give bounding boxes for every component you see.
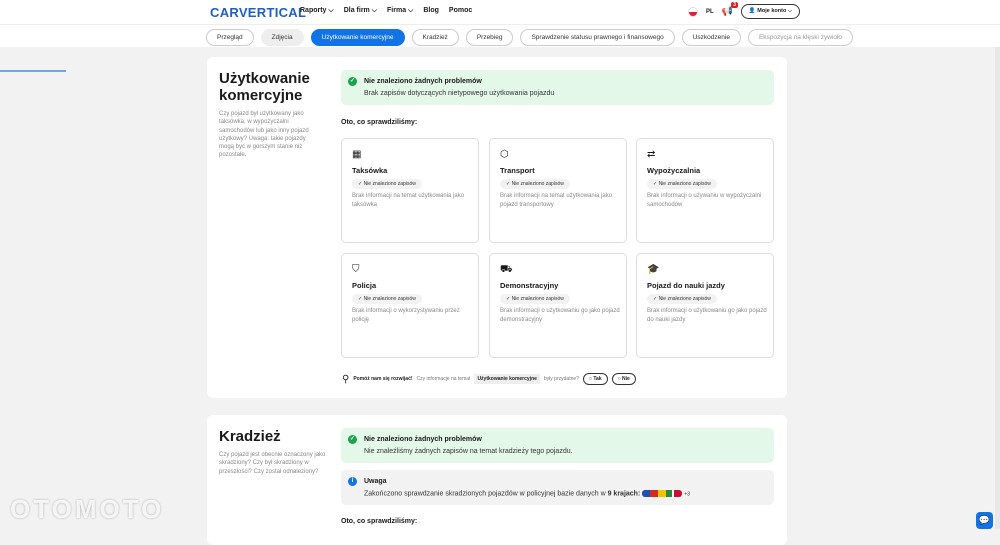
- notification-badge: 3: [731, 2, 738, 8]
- feedback-icon: ⚲: [342, 373, 350, 385]
- alert-text: Brak zapisów dotyczących nietypowego uży…: [364, 90, 555, 97]
- country-flags-icon: [642, 490, 683, 497]
- card-title: Policja: [352, 281, 377, 290]
- card-icon: ⛉: [352, 264, 360, 275]
- section-tabs: Przegląd Zdjęcia Użytkowanie komercyjne …: [0, 24, 1000, 72]
- more-countries[interactable]: +3: [684, 491, 690, 497]
- note-countries: 9 krajach:: [607, 490, 641, 498]
- card-title: Wypożyczalnia: [647, 166, 701, 175]
- feedback-bar: ⚲ Pomóż nam się rozwijać! Czy informacje…: [342, 373, 636, 385]
- card-status: ✓ Nie znaleziono zapisów: [647, 294, 717, 304]
- section-title: Użytkowanie komercyjne: [219, 70, 310, 104]
- check-card: ⇄ Wypożyczalnia ✓ Nie znaleziono zapisów…: [636, 138, 774, 243]
- card-title: Pojazd do nauki jazdy: [647, 281, 725, 290]
- carvertical-logo[interactable]: CARVERTICAL: [210, 5, 306, 20]
- checked-heading: Oto, co sprawdziliśmy:: [341, 518, 418, 525]
- header-right: PL 📢 3 👤 Moje konto ⌵: [688, 2, 801, 19]
- scrollbar[interactable]: [995, 47, 1000, 529]
- chat-button[interactable]: 💬: [976, 512, 993, 529]
- card-icon: ▦: [352, 149, 362, 160]
- nav-raporty[interactable]: Raporty ⌵: [300, 7, 334, 15]
- otomoto-watermark: OTOMOTO: [10, 494, 165, 524]
- check-card: ⛉ Policja ✓ Nie znaleziono zapisów Brak …: [341, 253, 479, 358]
- account-label: Moje konto ⌵: [757, 8, 793, 14]
- theft-section: Kradzież Czy pojazd jest obecnie oznaczo…: [207, 415, 787, 545]
- feedback-question: Czy informacje na temat: [416, 376, 471, 382]
- note-text-row: Zakończono sprawdzanie skradzionych poja…: [364, 490, 690, 497]
- no-label: Nie: [622, 376, 630, 382]
- section-description: Czy pojazd jest obecnie oznaczony jako s…: [219, 452, 326, 475]
- poland-flag-icon[interactable]: [688, 6, 698, 17]
- check-circle-icon: ✓: [348, 435, 357, 444]
- yes-label: Tak: [593, 376, 602, 382]
- scroll-progress-bar: [0, 70, 66, 72]
- card-description: Brak informacji o użytkowaniu go jako po…: [500, 308, 620, 323]
- card-description: Brak informacji na temat użytkowania jak…: [352, 193, 465, 208]
- feedback-topic: Użytkowanie komercyjne: [474, 374, 540, 384]
- tab-kradziez[interactable]: Kradzież: [411, 29, 459, 46]
- feedback-no-button[interactable]: ○ Nie: [611, 373, 636, 385]
- card-description: Brak informacji o użytkowaniu go jako po…: [647, 308, 767, 323]
- check-circle-icon: ✓: [348, 77, 357, 86]
- language-label[interactable]: PL: [706, 9, 714, 15]
- tab-uzytkowanie-komercyjne[interactable]: Użytkowanie komercyjne: [310, 29, 405, 46]
- card-description: Brak informacji o używaniu w wypożyczaln…: [647, 193, 762, 208]
- card-status: ✓ Nie znaleziono zapisów: [352, 179, 422, 189]
- commercial-use-section: Użytkowanie komercyjne Czy pojazd był uż…: [207, 57, 787, 398]
- feedback-question-end: były przydatne?: [543, 376, 579, 382]
- check-card: ▦ Taksówka ✓ Nie znaleziono zapisów Brak…: [341, 138, 479, 243]
- tab-uszkodzenie[interactable]: Uszkodzenie: [681, 29, 741, 46]
- alert-text: Nie znaleźliśmy żadnych zapisów na temat…: [364, 448, 573, 455]
- card-status: ✓ Nie znaleziono zapisów: [647, 179, 717, 189]
- tab-kleski[interactable]: Ekspozycja na klęski żywioło: [747, 29, 854, 46]
- feedback-lead: Pomóż nam się rozwijać!: [353, 376, 413, 382]
- check-card: ⛟ Demonstracyjny ✓ Nie znaleziono zapisó…: [489, 253, 627, 358]
- card-icon: ⇄: [647, 149, 656, 160]
- top-header: CARVERTICAL Raporty ⌵ Dla firm ⌵ Firma ⌵…: [0, 0, 1000, 24]
- section-description: Czy pojazd był użytkowany jako taksówka,…: [219, 111, 309, 159]
- check-card: ⬡ Transport ✓ Nie znaleziono zapisów Bra…: [489, 138, 627, 243]
- card-description: Brak informacji na temat użytkowania jak…: [500, 193, 613, 208]
- nav-pomoc[interactable]: Pomoc: [449, 7, 472, 15]
- feedback-yes-button[interactable]: ○ Tak: [582, 373, 608, 385]
- tab-status-prawny[interactable]: Sprawdzenie statusu prawnego i finansowe…: [520, 29, 675, 46]
- note-title: Uwaga: [364, 478, 387, 485]
- main-nav: Raporty ⌵ Dla firm ⌵ Firma ⌵ Blog Pomoc: [300, 7, 472, 15]
- card-description: Brak informacji o wykorzystywaniu przez …: [352, 308, 460, 323]
- card-title: Taksówka: [352, 166, 388, 175]
- section-title: Kradzież: [219, 428, 281, 445]
- card-title: Transport: [500, 166, 535, 175]
- info-alert: i Uwaga Zakończono sprawdzanie skradzion…: [341, 470, 774, 505]
- success-alert: ✓ Nie znaleziono żadnych problemów Brak …: [341, 70, 774, 105]
- nav-blog[interactable]: Blog: [423, 7, 439, 15]
- account-button[interactable]: 👤 Moje konto ⌵: [740, 4, 801, 19]
- card-status: ✓ Nie znaleziono zapisów: [500, 294, 570, 304]
- card-icon: ⛟: [500, 264, 513, 275]
- megaphone-icon[interactable]: 📢 3: [722, 2, 738, 17]
- tab-przebieg[interactable]: Przebieg: [465, 29, 514, 46]
- tab-zdjecia[interactable]: Zdjęcia: [260, 29, 304, 46]
- alert-title: Nie znaleziono żadnych problemów: [364, 78, 482, 85]
- card-status: ✓ Nie znaleziono zapisów: [500, 179, 570, 189]
- card-icon: ⬡: [500, 149, 509, 160]
- card-title: Demonstracyjny: [500, 281, 559, 290]
- tab-przeglad[interactable]: Przegląd: [206, 29, 254, 46]
- check-card: 🎓 Pojazd do nauki jazdy ✓ Nie znaleziono…: [636, 253, 774, 358]
- alert-title: Nie znaleziono żadnych problemów: [364, 436, 482, 443]
- card-status: ✓ Nie znaleziono zapisów: [352, 294, 422, 304]
- card-icon: 🎓: [647, 264, 660, 275]
- note-text: Zakończono sprawdzanie skradzionych poja…: [364, 490, 606, 498]
- nav-firma[interactable]: Firma ⌵: [387, 7, 413, 15]
- info-icon: i: [348, 477, 357, 486]
- checked-heading: Oto, co sprawdziliśmy:: [341, 119, 418, 126]
- success-alert: ✓ Nie znaleziono żadnych problemów Nie z…: [341, 428, 774, 463]
- nav-dla-firm[interactable]: Dla firm ⌵: [344, 7, 377, 15]
